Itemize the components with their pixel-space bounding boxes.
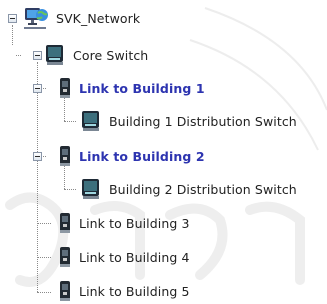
collapse-toggle-link-building-1[interactable] [33, 84, 42, 93]
tree-connector [37, 223, 51, 224]
collapse-toggle-link-building-2[interactable] [33, 152, 42, 161]
tree-node-link-building-2-label: Link to Building 2 [79, 148, 205, 164]
network-switch-icon [80, 178, 102, 200]
tree-connector [37, 257, 51, 258]
collapse-toggle-root[interactable] [8, 14, 17, 23]
network-tree: SVK_Network Core Switch Link to Building… [0, 0, 327, 304]
tree-node-link-building-4-label: Link to Building 4 [79, 249, 190, 265]
tree-node-root-label: SVK_Network [56, 10, 141, 26]
tree-node-building-2-distribution-switch[interactable]: Building 2 Distribution Switch [80, 178, 297, 200]
network-switch-icon [44, 44, 66, 66]
network-link-icon [58, 246, 72, 268]
tree-connector [37, 292, 51, 293]
network-link-icon [58, 280, 72, 302]
tree-node-link-building-2[interactable]: Link to Building 2 [58, 145, 205, 167]
network-link-icon [58, 77, 72, 99]
tree-node-core-switch-label: Core Switch [73, 47, 149, 63]
tree-node-core-switch[interactable]: Core Switch [44, 44, 148, 66]
tree-node-link-building-3[interactable]: Link to Building 3 [58, 212, 190, 234]
tree-node-building-2-distribution-switch-label: Building 2 Distribution Switch [109, 181, 297, 197]
collapse-toggle-core-switch[interactable] [33, 51, 42, 60]
tree-connector [12, 25, 13, 45]
tree-node-link-building-5-label: Link to Building 5 [79, 283, 190, 299]
tree-node-link-building-1[interactable]: Link to Building 1 [58, 77, 205, 99]
tree-connector [64, 121, 76, 122]
network-switch-icon [80, 110, 102, 132]
tree-node-building-1-distribution-switch[interactable]: Building 1 Distribution Switch [80, 110, 297, 132]
network-link-icon [58, 212, 72, 234]
tree-connector [64, 96, 65, 121]
tree-connector [64, 189, 76, 190]
network-globe-icon [21, 5, 49, 31]
tree-node-root[interactable]: SVK_Network [21, 7, 140, 29]
tree-node-link-building-5[interactable]: Link to Building 5 [58, 280, 190, 302]
tree-node-link-building-1-label: Link to Building 1 [79, 80, 205, 96]
tree-node-link-building-3-label: Link to Building 3 [79, 215, 190, 231]
tree-node-building-1-distribution-switch-label: Building 1 Distribution Switch [109, 113, 297, 129]
tree-connector [64, 164, 65, 189]
network-link-icon [58, 145, 72, 167]
tree-connector [16, 55, 21, 56]
tree-node-link-building-4[interactable]: Link to Building 4 [58, 246, 190, 268]
